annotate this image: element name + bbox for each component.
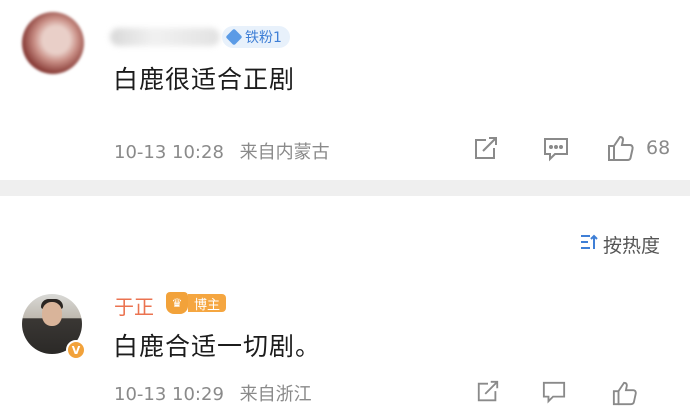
share-icon [475, 380, 501, 404]
like-count: 68 [646, 137, 671, 159]
share-icon [472, 136, 500, 162]
comment-location: 来自浙江 [239, 384, 312, 405]
host-badge: ♛ 博主 [166, 292, 227, 314]
comment-icon [540, 380, 568, 404]
share-button[interactable] [475, 380, 501, 404]
comment-thread: 铁粉1 白鹿很适合正剧 10-13 10:28 来自内蒙古 68 按热度 V 于… [0, 0, 690, 420]
fan-badge-label: 铁粉1 [245, 30, 282, 46]
comment-time: 10-13 10:29 [114, 384, 224, 405]
verified-badge: V [66, 340, 86, 360]
comment-text: 白鹿合适一切剧。 [113, 332, 322, 361]
comment-text: 白鹿很适合正剧 [113, 65, 296, 94]
comment-button[interactable] [542, 136, 570, 162]
comment-meta: 10-13 10:28 来自内蒙古 [114, 138, 330, 164]
thumbs-up-icon [606, 134, 636, 162]
fan-badge[interactable]: 铁粉1 [222, 26, 290, 48]
comment-icon [542, 136, 570, 162]
comment-location: 来自内蒙古 [239, 142, 330, 163]
avatar[interactable] [22, 12, 84, 74]
username-blurred[interactable] [110, 28, 220, 46]
thumbs-up-icon [610, 380, 640, 406]
comment-meta: 10-13 10:29 来自浙江 [114, 380, 312, 406]
comment-button[interactable] [540, 380, 568, 404]
username[interactable]: 于正 [114, 291, 154, 320]
crown-icon: ♛ [166, 292, 188, 314]
comment-item [0, 196, 690, 420]
share-button[interactable] [472, 136, 500, 162]
diamond-icon [225, 28, 243, 46]
avatar-face [42, 302, 62, 326]
comment-item [0, 0, 690, 180]
like-button[interactable] [610, 380, 640, 406]
comment-time: 10-13 10:28 [114, 142, 224, 163]
host-badge-label: 博主 [188, 294, 227, 313]
like-button[interactable]: 68 [606, 134, 670, 162]
section-divider [0, 180, 690, 196]
